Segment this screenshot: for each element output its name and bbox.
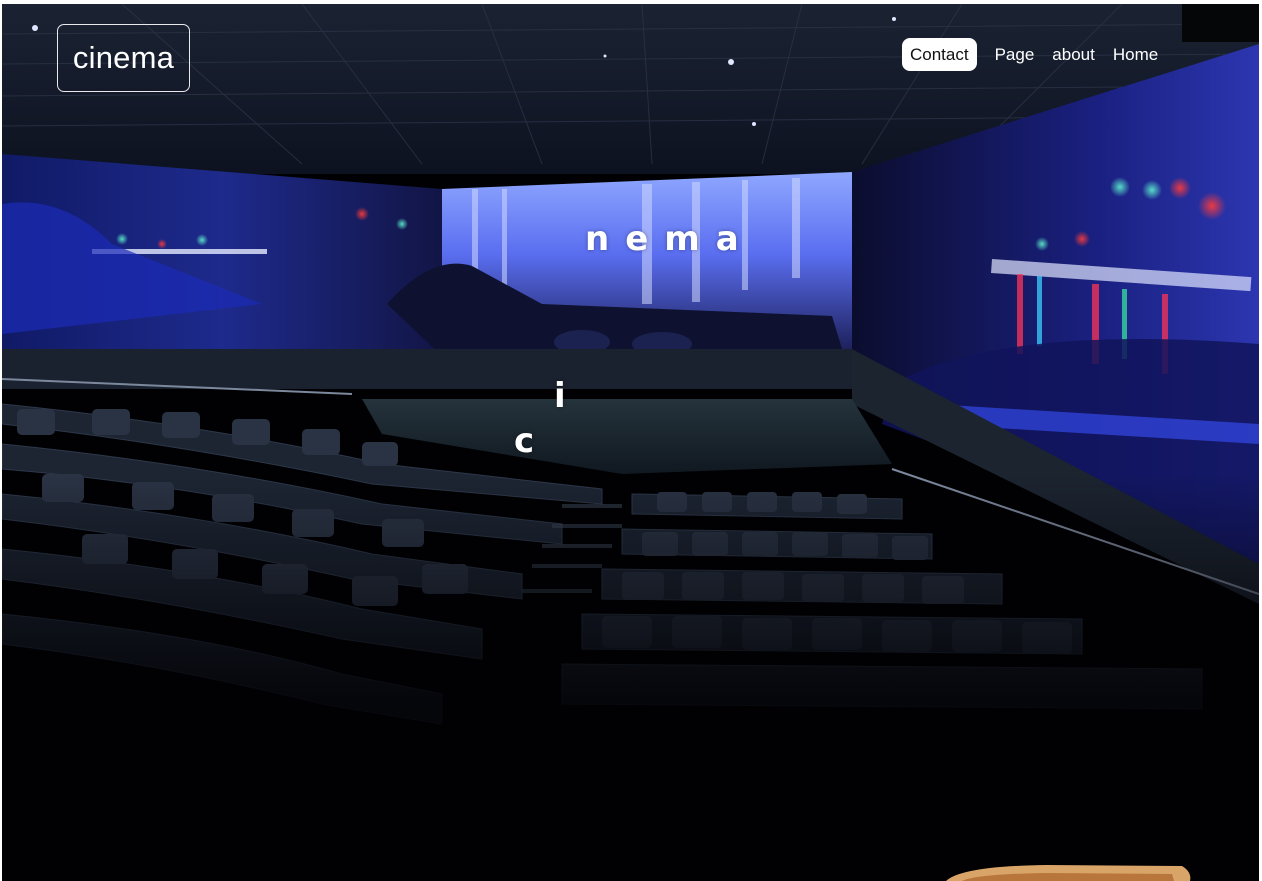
nav-item-about[interactable]: about	[1044, 38, 1103, 71]
hero-background-image	[2, 4, 1259, 881]
logo-text: cinema	[72, 40, 175, 75]
page: cinema Contact Page about Home c i nema	[2, 4, 1259, 881]
site-logo[interactable]: cinema	[57, 24, 190, 92]
nav-item-contact[interactable]: Contact	[902, 38, 977, 71]
nav-item-home[interactable]: Home	[1105, 38, 1166, 71]
nav-item-page[interactable]: Page	[987, 38, 1043, 71]
main-nav: Contact Page about Home	[902, 38, 1168, 71]
